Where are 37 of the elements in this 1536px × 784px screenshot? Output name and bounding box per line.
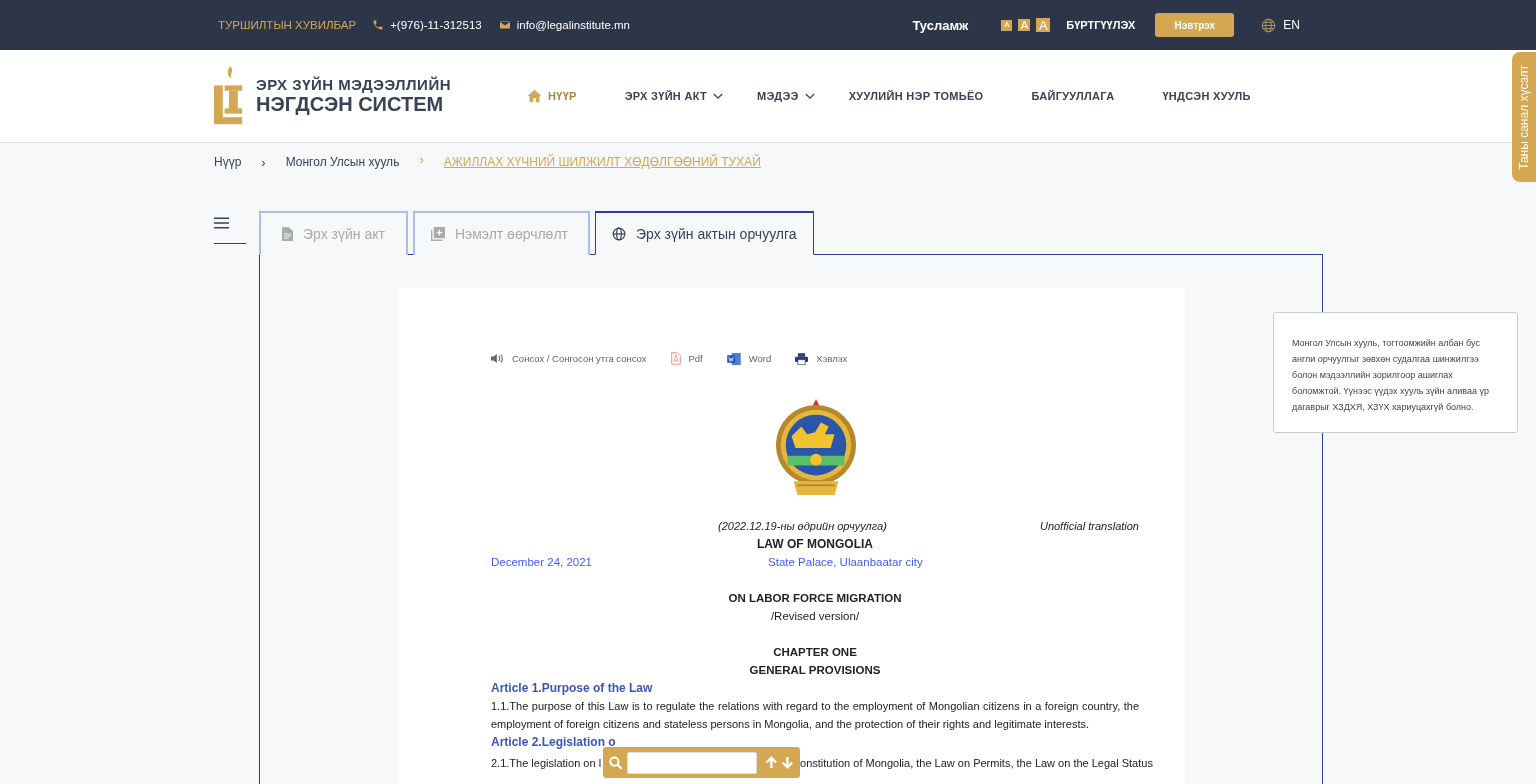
translation-date: (2022.12.19-ны өдрийн орчуулга) — [718, 519, 887, 534]
register-link[interactable]: БҮРТГҮҮЛЭХ — [1066, 19, 1136, 31]
breadcrumb-separator: › — [419, 151, 424, 167]
document-heading: CHAPTER ONE — [772, 645, 858, 660]
phone-number[interactable]: +(976)-11-312513 — [390, 19, 482, 31]
breadcrumb-separator: › — [261, 154, 266, 170]
nav-link[interactable]: ЭРХ ЗҮЙН АКТ — [624, 90, 708, 102]
translation-note: Unofficial translation — [1039, 519, 1139, 534]
paragraph-fragment: onstitution of Mongolia, the Law on Permits, the Law on the Legal Status — [800, 755, 1153, 771]
toolbar-link[interactable]: Pdf — [688, 353, 703, 364]
article-heading: Article 2.Legislation o — [491, 734, 617, 751]
logo-subtitle: НЭГДСЭН СИСТЕМ — [256, 93, 445, 116]
law-place: State Palace, Ulaanbaatar city — [768, 555, 923, 570]
nav-link[interactable]: БАЙГУУЛЛАГА — [1031, 90, 1115, 102]
law-date: December 24, 2021 — [491, 555, 592, 570]
tab[interactable]: Эрх зүйн актын орчуулга — [595, 211, 814, 255]
paragraph-fragment: 2.1.The legislation on l — [491, 755, 602, 771]
help-link[interactable]: Тусламж — [912, 17, 969, 33]
document-subtitle: /Revised version/ — [769, 609, 861, 624]
language-link[interactable]: EN — [1283, 18, 1300, 32]
article-heading: Article 1.Purpose of the Law — [491, 680, 654, 697]
logo-title: ЭРХ ЗҮЙН МЭДЭЭЛЛИЙН — [256, 76, 451, 93]
toolbar-link[interactable]: Сонсох / Сонгосон утга сонсох — [512, 353, 647, 364]
notice-text: Монгол Улсын хууль, тогтоомжийн албан бус англи орчуулгыг зөвхөн судалгаа шинжилгээ болон мэдээллийн зорилгоор ашиглах боломжтой. Үүнээс үүдэх хууль зүйн аливаа үр дагаврыг ХЗДХЯ, ХЗҮХ хариуцахгүй болно. — [1292, 338, 1489, 412]
document-heading: ON LABOR FORCE MIGRATION — [727, 591, 903, 606]
toolbar-link[interactable]: Хэвлэх — [816, 353, 848, 364]
breadcrumb-link[interactable]: Монгол Улсын хууль — [285, 155, 400, 169]
paragraph: 1.1.The purpose of this Law is to regulate the relations with regard to the employment of Mongolian citizens in a foreign country, the employment of foreign citizens and stateless persons in Mongolia, and the protection of their rights and legitimate interests. — [491, 699, 1139, 732]
document-heading: GENERAL PROVISIONS — [748, 663, 882, 678]
nav-link[interactable]: ХУУЛИЙН НЭР ТОМЬЁО — [848, 90, 984, 102]
nav-link[interactable]: МЭДЭЭ — [757, 90, 799, 102]
email-link[interactable]: info@legalinstitute.mn — [516, 19, 631, 31]
version-label: ТУРШИЛТЫН ХУВИЛБАР — [218, 19, 357, 31]
toolbar-link[interactable]: Word — [748, 353, 772, 364]
nav-link[interactable]: ҮНДСЭН ХУУЛЬ — [1162, 90, 1251, 102]
breadcrumb-link[interactable]: Нүүр — [214, 155, 242, 169]
law-heading: LAW OF MONGOLIA — [756, 536, 874, 553]
